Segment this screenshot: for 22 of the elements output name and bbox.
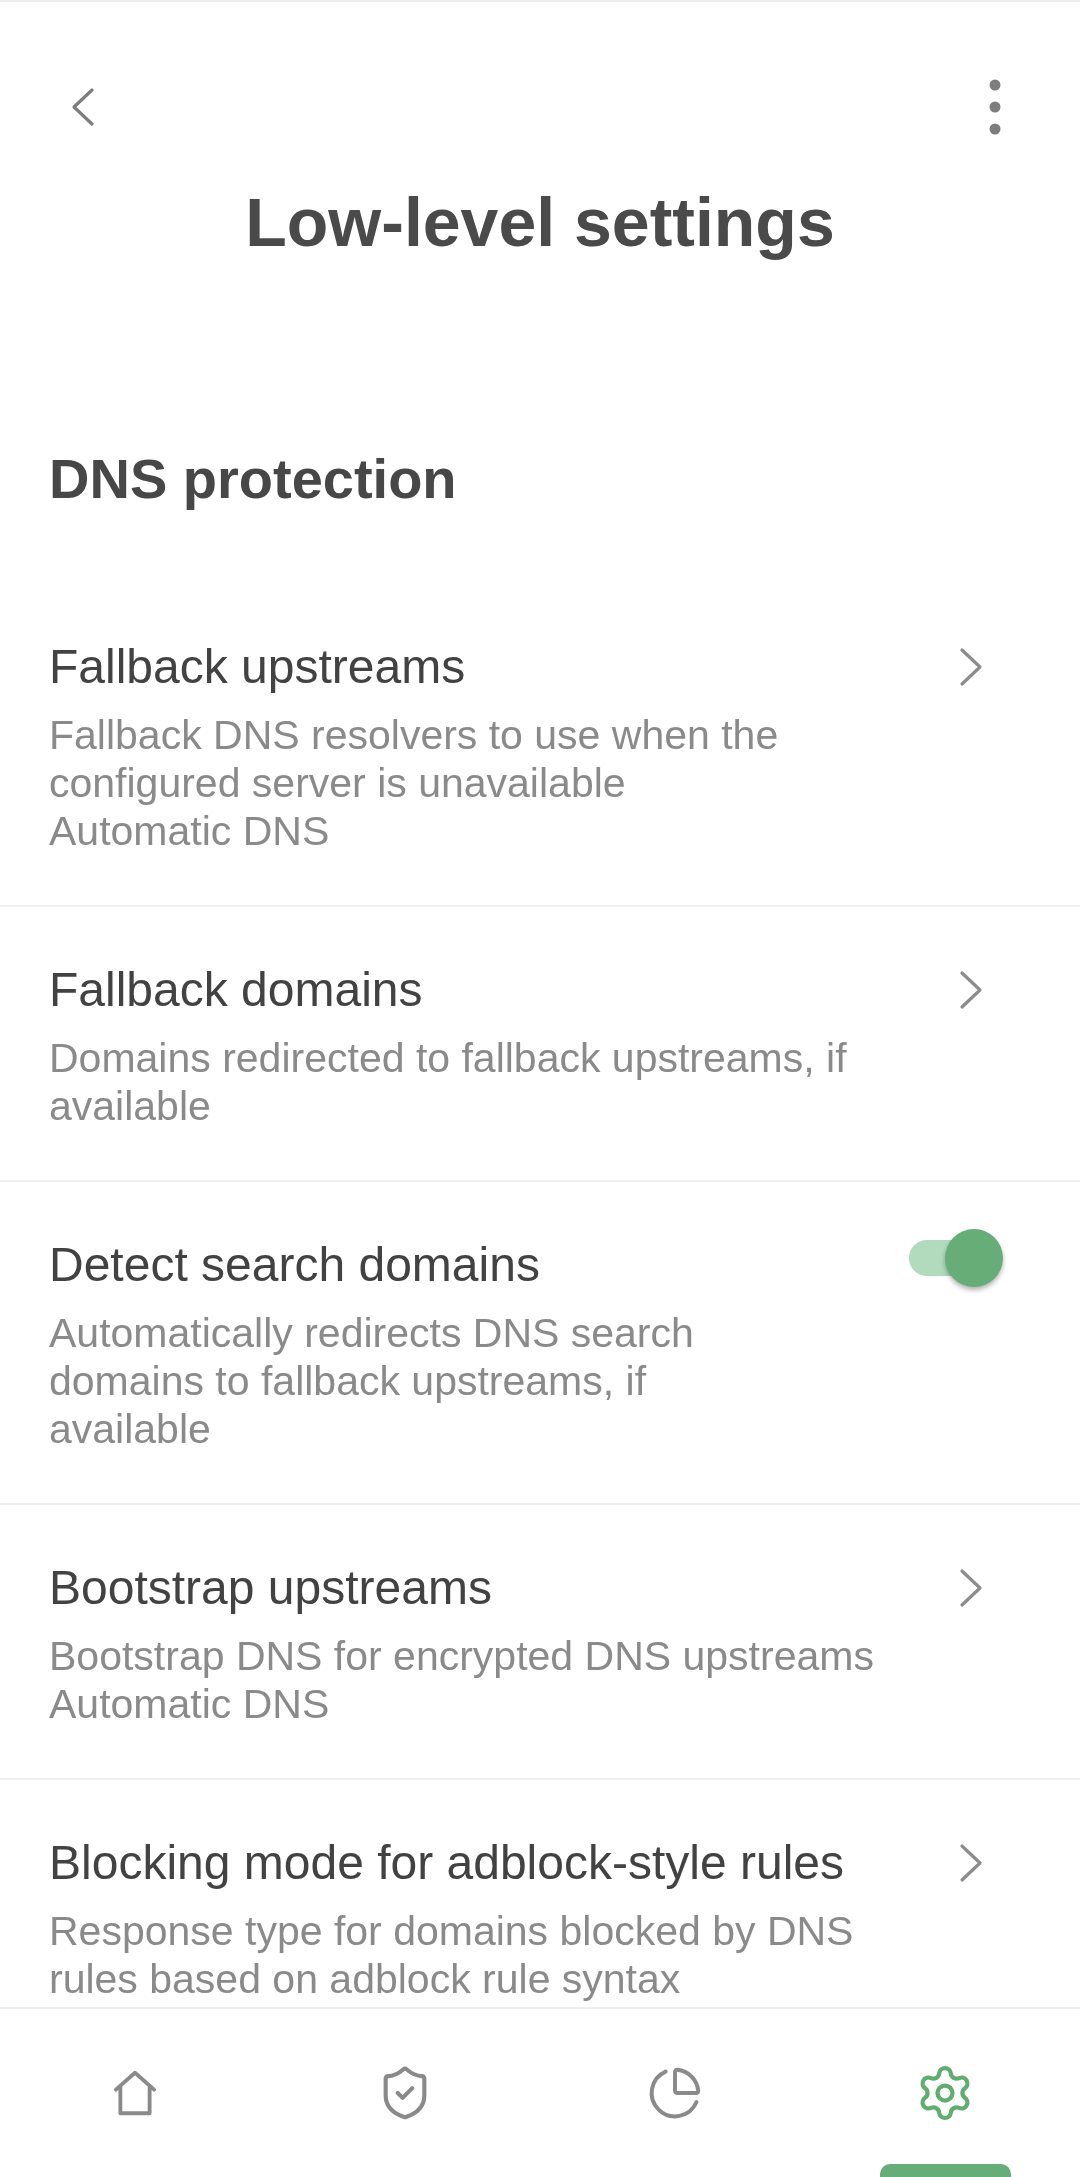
setting-title: Fallback domains <box>49 962 424 1018</box>
setting-value: Automatic DNS <box>49 1680 331 1728</box>
section-heading: DNS protection <box>49 446 457 512</box>
setting-title: Blocking mode for adblock-style rules <box>49 1835 846 1891</box>
more-options-icon <box>989 79 1001 135</box>
setting-title: Bootstrap upstreams <box>49 1560 493 1616</box>
toggle-switch[interactable] <box>909 1228 1005 1288</box>
page-title: Low-level settings <box>245 183 835 262</box>
setting-description: Automatically redirects DNS search domains to fallback upstreams, if available <box>49 1309 695 1453</box>
setting-description: Fallback DNS resolvers to use when the configured server is unavailable <box>49 711 780 807</box>
setting-description: Response type for domains blocked by DNS rules based on adblock rule syntax <box>49 1907 855 2003</box>
chevron-right-icon <box>959 970 983 1010</box>
setting-value: Automatic DNS <box>49 807 331 855</box>
setting-title: Detect search domains <box>49 1237 541 1293</box>
pie-chart-icon <box>647 2065 703 2121</box>
chevron-right-icon <box>959 1568 983 1608</box>
setting-description: Domains redirected to fallback upstreams, if available <box>49 1034 848 1130</box>
setting-description: Bootstrap DNS for encrypted DNS upstreams <box>49 1632 875 1680</box>
setting-title: Fallback upstreams <box>49 639 467 695</box>
chevron-right-icon <box>959 647 983 687</box>
chevron-right-icon <box>959 1843 983 1883</box>
back-icon <box>71 87 95 127</box>
